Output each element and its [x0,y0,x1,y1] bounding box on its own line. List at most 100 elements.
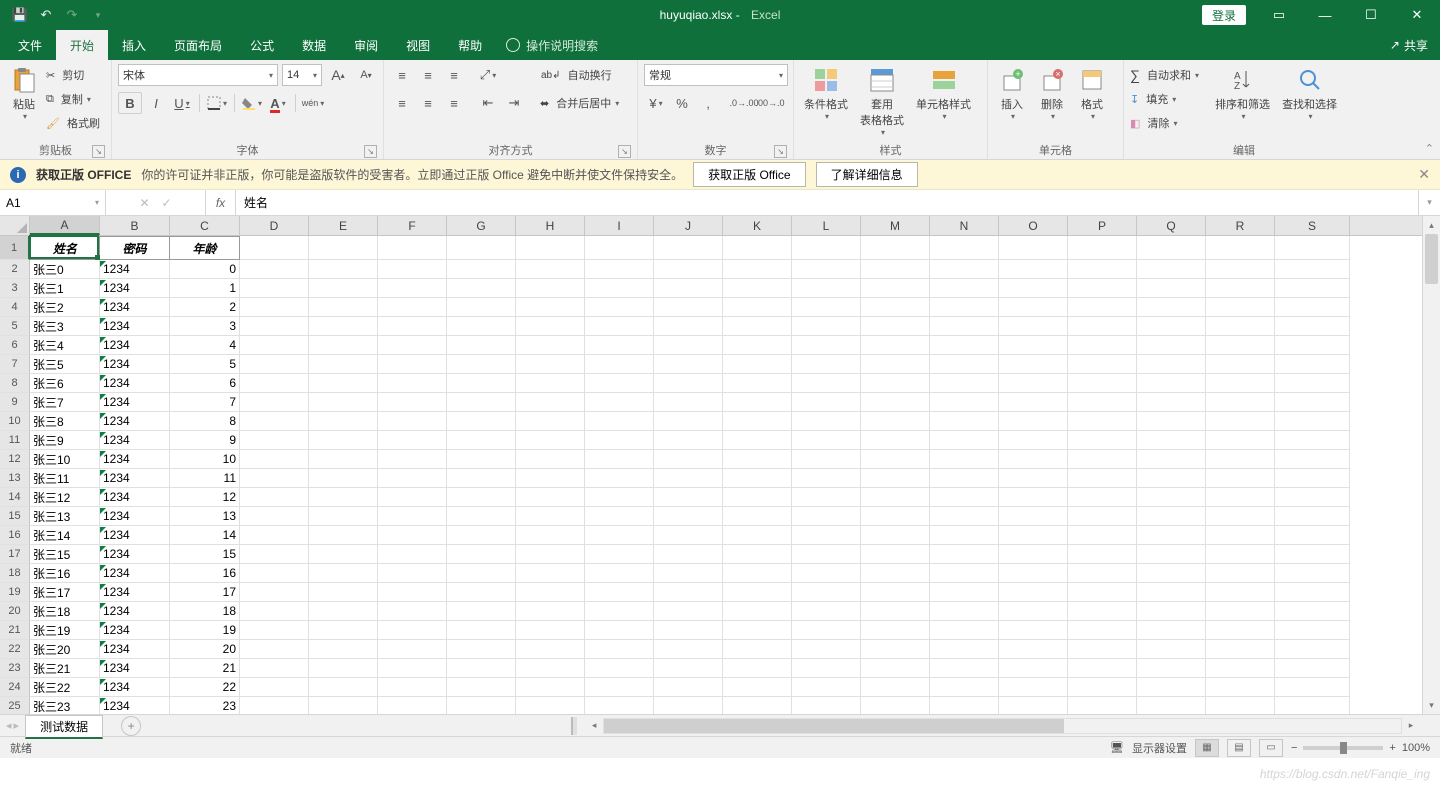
row-header[interactable]: 6 [0,336,30,355]
cell[interactable] [1068,507,1137,526]
cell[interactable]: 1234 [100,659,170,678]
cell[interactable] [1137,450,1206,469]
cell[interactable]: 张三19 [30,621,100,640]
cell[interactable] [1068,488,1137,507]
cell[interactable]: 13 [170,507,240,526]
cell[interactable] [723,640,792,659]
cell[interactable] [1137,298,1206,317]
cell[interactable] [999,545,1068,564]
cell[interactable]: 17 [170,583,240,602]
cell[interactable] [723,236,792,260]
zoom-slider[interactable] [1303,746,1383,750]
cell[interactable] [447,583,516,602]
cell[interactable] [861,526,930,545]
cell[interactable]: 1234 [100,507,170,526]
cell[interactable]: 19 [170,621,240,640]
cell[interactable] [516,469,585,488]
cell[interactable] [930,583,999,602]
cell[interactable] [516,336,585,355]
sheet-nav-first-icon[interactable]: ◂ [6,719,12,732]
paste-button[interactable]: 粘贴 [6,64,42,123]
cell[interactable] [309,298,378,317]
cell[interactable] [861,488,930,507]
cell[interactable] [861,336,930,355]
cell[interactable]: 张三4 [30,336,100,355]
cell[interactable] [516,488,585,507]
row-header[interactable]: 23 [0,659,30,678]
col-header[interactable]: S [1275,216,1350,235]
row-header[interactable]: 22 [0,640,30,659]
cell[interactable]: 1234 [100,260,170,279]
cell[interactable] [654,640,723,659]
cell[interactable] [792,640,861,659]
cell[interactable] [930,317,999,336]
cell[interactable] [378,469,447,488]
cell[interactable] [723,488,792,507]
row-header[interactable]: 13 [0,469,30,488]
cell[interactable] [930,469,999,488]
zoom-level[interactable]: 100% [1402,742,1430,754]
cell[interactable] [516,697,585,714]
cell[interactable] [792,564,861,583]
cell[interactable]: 1234 [100,488,170,507]
cell[interactable] [999,507,1068,526]
cell[interactable] [516,450,585,469]
cell[interactable]: 张三23 [30,697,100,714]
page-layout-view-icon[interactable]: ▤ [1227,739,1251,757]
row-header[interactable]: 15 [0,507,30,526]
cell[interactable] [309,678,378,697]
row-header[interactable]: 8 [0,374,30,393]
cell[interactable] [240,412,309,431]
cell[interactable] [240,317,309,336]
cell[interactable] [240,564,309,583]
cell[interactable] [1068,236,1137,260]
cell[interactable] [1137,640,1206,659]
cell[interactable]: 1234 [100,469,170,488]
cell[interactable] [309,545,378,564]
cell[interactable] [999,564,1068,583]
cell[interactable] [861,450,930,469]
cell[interactable] [999,393,1068,412]
cell[interactable]: 张三22 [30,678,100,697]
cell[interactable] [1206,564,1275,583]
cell[interactable] [585,583,654,602]
cell[interactable]: 1234 [100,545,170,564]
row-header[interactable]: 25 [0,697,30,714]
cell[interactable] [1068,640,1137,659]
cell[interactable] [930,450,999,469]
cell[interactable]: 1234 [100,621,170,640]
vertical-scrollbar[interactable]: ▴ ▾ [1422,216,1440,714]
cell[interactable] [999,374,1068,393]
cell[interactable] [1068,298,1137,317]
cell[interactable] [861,393,930,412]
cell[interactable] [1206,507,1275,526]
close-warning-icon[interactable]: ✕ [1418,166,1430,183]
cell[interactable] [723,412,792,431]
cell[interactable] [1137,697,1206,714]
cell[interactable] [1206,279,1275,298]
cell[interactable] [516,602,585,621]
sort-filter-button[interactable]: AZ 排序和筛选 [1211,64,1274,123]
cell[interactable] [447,355,516,374]
cell[interactable] [1275,640,1350,659]
cell[interactable] [723,374,792,393]
cell[interactable] [1068,659,1137,678]
cell[interactable] [654,583,723,602]
cell[interactable]: 张三0 [30,260,100,279]
cell[interactable] [1206,621,1275,640]
cell[interactable] [585,412,654,431]
cell[interactable] [240,602,309,621]
tab-帮助[interactable]: 帮助 [444,30,496,60]
cell[interactable] [1206,488,1275,507]
cell[interactable]: 20 [170,640,240,659]
cell[interactable] [1068,355,1137,374]
cell[interactable] [1275,469,1350,488]
cell[interactable] [930,488,999,507]
cell[interactable] [723,564,792,583]
cell[interactable] [654,488,723,507]
undo-icon[interactable]: ↶ [34,3,58,27]
cell[interactable] [723,431,792,450]
cell[interactable] [930,659,999,678]
cell[interactable] [1068,602,1137,621]
cell[interactable] [378,678,447,697]
